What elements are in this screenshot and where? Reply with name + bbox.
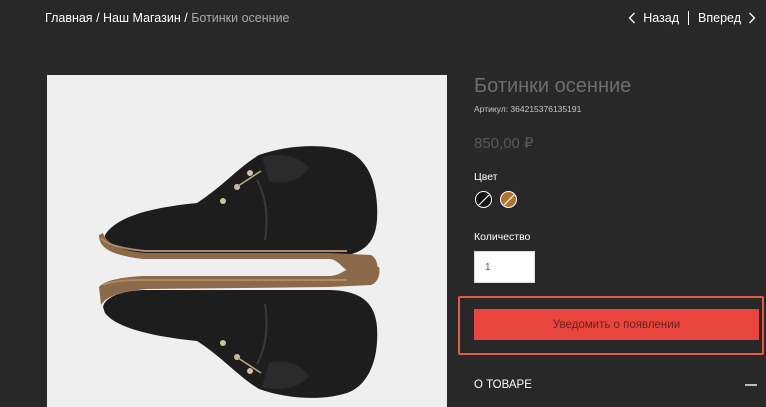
product-pager: Назад Вперед: [628, 11, 756, 25]
boots-photo: [99, 146, 380, 398]
color-swatch-black[interactable]: [475, 191, 492, 208]
forward-button[interactable]: Вперед: [698, 11, 756, 25]
back-button[interactable]: Назад: [628, 11, 679, 25]
color-label: Цвет: [474, 171, 498, 183]
product-image[interactable]: [47, 75, 447, 407]
breadcrumb-separator: /: [184, 11, 188, 25]
notify-button[interactable]: Уведомить о появлении: [474, 309, 759, 340]
minus-icon[interactable]: [745, 384, 757, 386]
product-sku: Артикул: 364215376135191: [474, 104, 582, 114]
breadcrumb-store-link[interactable]: Наш Магазин: [103, 11, 181, 25]
chevron-right-icon: [748, 12, 756, 24]
color-swatch-brown[interactable]: [500, 191, 517, 208]
product-title: Ботинки осенние: [474, 75, 632, 97]
breadcrumb: Главная / Наш Магазин / Ботинки осенние: [45, 11, 290, 25]
swatch-slash-icon: [503, 194, 515, 206]
product-price: 850,00 ₽: [474, 135, 534, 152]
about-product-toggle[interactable]: О ТОВАРЕ: [474, 379, 532, 391]
breadcrumb-separator: /: [96, 11, 100, 25]
breadcrumb-home-link[interactable]: Главная: [45, 11, 93, 25]
forward-label: Вперед: [698, 11, 741, 25]
quantity-label: Количество: [474, 231, 531, 243]
breadcrumb-current: Ботинки осенние: [191, 11, 290, 25]
swatch-slash-icon: [478, 194, 490, 206]
pager-divider: [688, 11, 690, 25]
back-label: Назад: [643, 11, 680, 25]
chevron-left-icon: [628, 12, 636, 24]
color-swatches: [475, 191, 517, 208]
quantity-input[interactable]: [474, 251, 535, 283]
